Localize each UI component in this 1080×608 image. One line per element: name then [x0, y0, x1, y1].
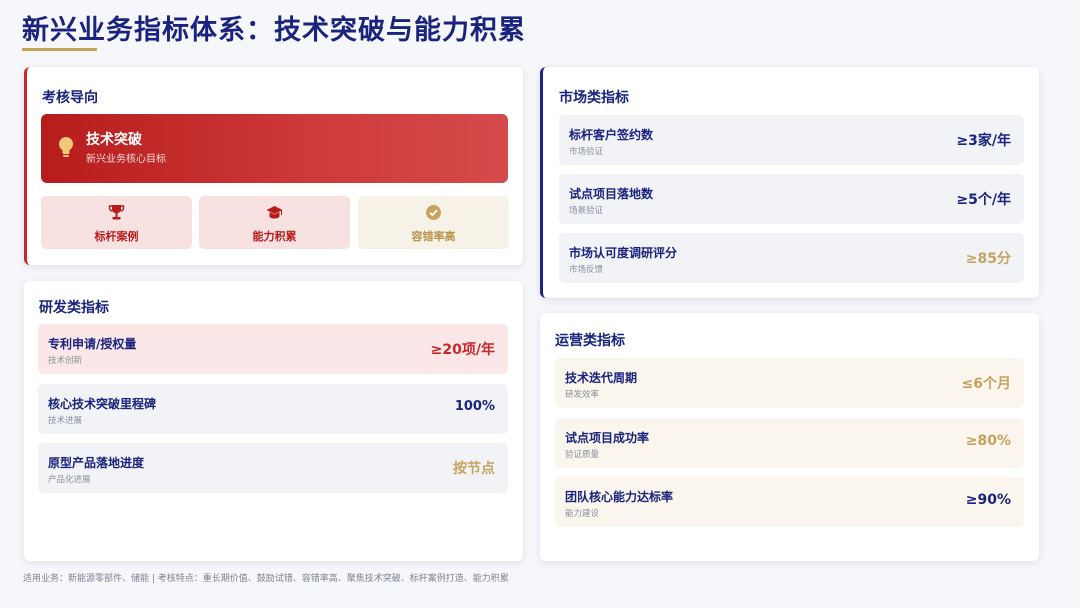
metric-row: 试点项目落地数 场景验证 ≥5个/年 — [559, 174, 1024, 224]
metric-value: 100% — [454, 399, 495, 414]
metric-value: 按节点 — [453, 461, 495, 477]
tag-capability-accumulation: 能力积累 — [199, 196, 350, 249]
metric-value: ≥90% — [965, 492, 1011, 508]
metric-row: 专利申请/授权量 技术创新 ≥20项/年 — [38, 324, 508, 374]
metric-name: 试点项目落地数 — [569, 187, 654, 201]
metric-value: ≥3家/年 — [956, 133, 1011, 149]
metric-subtitle: 市场验证 — [569, 147, 604, 157]
tech-breakthrough-banner: 技术突破 新兴业务核心目标 — [41, 114, 508, 183]
metric-value: ≤6个月 — [961, 376, 1011, 392]
check-circle-icon — [426, 205, 441, 220]
metric-name: 专利申请/授权量 — [48, 337, 137, 351]
trophy-icon — [108, 205, 125, 220]
tag-benchmark-case: 标杆案例 — [41, 196, 192, 249]
metric-row: 核心技术突破里程碑 技术进展 100% — [38, 384, 508, 434]
tag-label: 标杆案例 — [94, 230, 139, 243]
tag-label: 能力积累 — [252, 230, 297, 243]
market-metrics-card: 市场类指标 标杆客户签约数 市场验证 ≥3家/年 试点项目落地数 场景验证 ≥5… — [540, 67, 1039, 298]
ops-metrics-card: 运营类指标 技术迭代周期 研发效率 ≤6个月 试点项目成功率 验证质量 ≥80%… — [540, 313, 1039, 561]
metric-name: 原型产品落地进度 — [48, 456, 145, 470]
metric-subtitle: 技术进展 — [48, 416, 83, 426]
metric-subtitle: 场景验证 — [569, 206, 604, 216]
metric-row: 技术迭代周期 研发效率 ≤6个月 — [555, 358, 1024, 408]
page-title: 新兴业务指标体系：技术突破与能力积累 — [22, 15, 526, 46]
metric-value: ≥5个/年 — [956, 192, 1011, 208]
ops-title: 运营类指标 — [555, 333, 625, 349]
metric-subtitle: 能力建设 — [565, 509, 600, 519]
metric-row: 团队核心能力达标率 能力建设 ≥90% — [555, 477, 1024, 527]
metric-name: 技术迭代周期 — [565, 371, 638, 385]
graduation-cap-icon — [266, 206, 283, 219]
title-underline — [22, 48, 97, 51]
metric-name: 团队核心能力达标率 — [565, 490, 674, 504]
footer-note: 适用业务：新能源零部件、储能 | 考核特点：重长期价值、鼓励试错、容错率高、聚焦… — [23, 574, 509, 584]
banner-subtitle: 新兴业务核心目标 — [86, 154, 166, 165]
tag-fault-tolerance: 容错率高 — [358, 196, 509, 249]
metric-subtitle: 市场反馈 — [569, 265, 604, 275]
rd-metrics-card: 研发类指标 专利申请/授权量 技术创新 ≥20项/年 核心技术突破里程碑 技术进… — [24, 281, 523, 561]
orientation-card: 考核导向 技术突破 新兴业务核心目标 标杆案例 能力积累 容错率高 — [24, 67, 523, 265]
metric-value: ≥80% — [965, 433, 1011, 449]
metric-row: 标杆客户签约数 市场验证 ≥3家/年 — [559, 115, 1024, 165]
rd-title: 研发类指标 — [39, 300, 109, 316]
metric-name: 市场认可度调研评分 — [569, 246, 678, 260]
metric-row: 试点项目成功率 验证质量 ≥80% — [555, 418, 1024, 468]
metric-subtitle: 产品化进展 — [48, 475, 91, 485]
metric-value: ≥20项/年 — [430, 342, 495, 358]
metric-name: 试点项目成功率 — [565, 431, 650, 445]
tag-label: 容错率高 — [411, 230, 456, 243]
metric-row: 原型产品落地进度 产品化进展 按节点 — [38, 443, 508, 493]
metric-subtitle: 技术创新 — [48, 356, 83, 366]
metric-subtitle: 验证质量 — [565, 450, 600, 460]
banner-title: 技术突破 — [86, 132, 142, 148]
metric-subtitle: 研发效率 — [565, 390, 600, 400]
metric-value: ≥85分 — [965, 251, 1011, 267]
orientation-title: 考核导向 — [42, 90, 98, 106]
metric-name: 标杆客户签约数 — [569, 128, 654, 142]
metric-name: 核心技术突破里程碑 — [48, 397, 157, 411]
lightbulb-icon — [59, 137, 73, 157]
market-title: 市场类指标 — [559, 90, 629, 106]
metric-row: 市场认可度调研评分 市场反馈 ≥85分 — [559, 233, 1024, 283]
